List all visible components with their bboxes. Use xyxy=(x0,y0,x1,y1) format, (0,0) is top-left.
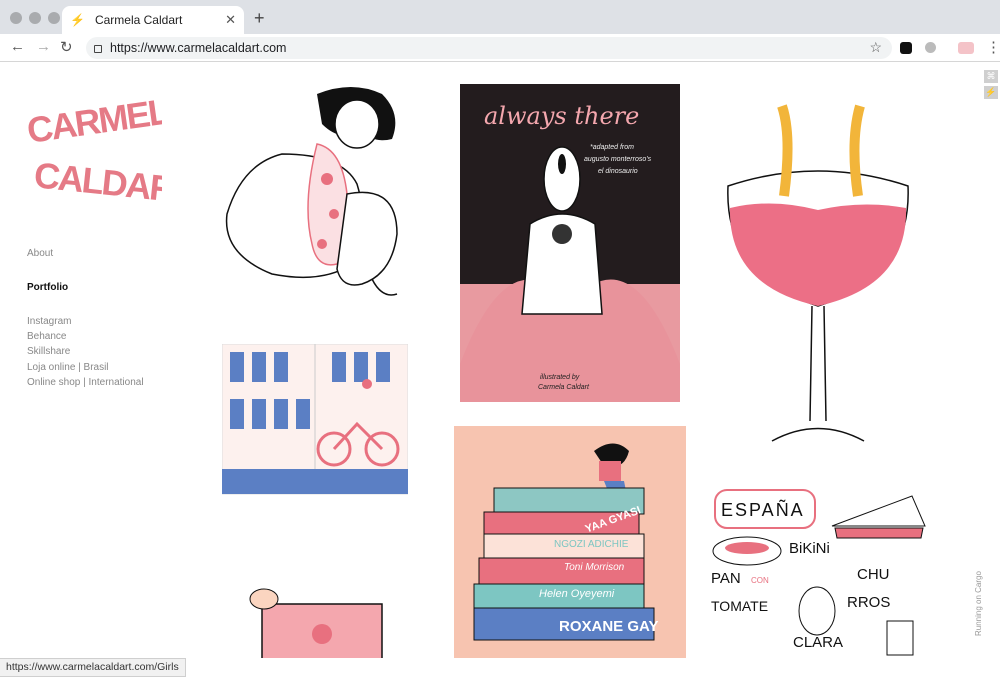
foot-line xyxy=(371,278,398,296)
espana-word-pan: PAN xyxy=(711,570,741,587)
espana-word-clara: CLARA xyxy=(793,634,844,651)
nav-skillshare[interactable]: Skillshare xyxy=(27,346,70,357)
new-tab-button[interactable]: + xyxy=(254,8,265,29)
leg-right xyxy=(849,104,865,197)
tattoo-detail xyxy=(329,209,339,219)
espana-word-tomate: TOMATE xyxy=(711,598,769,614)
book-label-4: Helen Oyeyemi xyxy=(539,588,615,600)
always-there-sub1: *adapted from xyxy=(590,144,634,151)
always-there-credit1: illustrated by xyxy=(540,374,580,381)
glass-stem xyxy=(809,305,827,422)
always-there-sub3: el dinosaurio xyxy=(598,168,638,175)
nav-loja[interactable]: Loja online | Brasil xyxy=(27,362,109,373)
ground-strip xyxy=(222,469,408,494)
windows-right xyxy=(332,352,390,382)
lime-slice xyxy=(249,588,279,610)
bookmark-star-icon[interactable]: ☆ xyxy=(869,39,882,56)
logo-line1: CARMELA xyxy=(27,95,162,151)
address-bar[interactable]: https://www.carmelacaldart.com ☆ xyxy=(86,37,892,59)
close-tab-icon[interactable]: ✕ xyxy=(225,12,236,28)
bolt-icon: ⚡ xyxy=(70,13,85,27)
cyclist-head xyxy=(362,379,372,389)
lock-icon xyxy=(94,45,102,53)
nav-portfolio[interactable]: Portfolio xyxy=(27,282,68,293)
cargo-side-controls: ⌘ ⚡ xyxy=(984,70,998,102)
maximize-window-button[interactable] xyxy=(48,12,60,24)
artwork-hugging-girl[interactable] xyxy=(222,84,400,302)
book-label-3: Toni Morrison xyxy=(564,562,625,573)
site-logo[interactable]: CARMELA CALDART xyxy=(27,95,162,215)
always-there-sub2: augusto monterroso's xyxy=(584,156,652,163)
browser-toolbar: ← → ↻ https://www.carmelacaldart.com ☆ ⋮ xyxy=(0,34,1000,62)
glass-base xyxy=(771,427,865,442)
ice-cube xyxy=(312,624,332,644)
face-shape xyxy=(334,99,380,149)
artwork-open-book[interactable] xyxy=(222,344,408,500)
always-there-graphic xyxy=(460,146,680,402)
espana-word-bikini: BiKiNi xyxy=(789,540,830,557)
knee-shape xyxy=(336,191,398,286)
sandwich xyxy=(831,495,926,527)
book-label-2: NGOZI ADICHIE xyxy=(554,539,629,550)
artwork-book-stack[interactable]: YAA GYASI NGOZI ADICHIE Toni Morrison He… xyxy=(454,426,686,658)
nav-instagram[interactable]: Instagram xyxy=(27,316,71,327)
running-on-cargo-badge[interactable]: Running on Cargo xyxy=(974,571,983,636)
wine-liquid xyxy=(729,203,907,306)
tattoo-detail xyxy=(317,239,327,249)
always-there-title: always there xyxy=(484,102,640,130)
book-label-5: ROXANE GAY xyxy=(559,618,659,635)
forward-icon[interactable]: → xyxy=(36,38,51,55)
extension-icon[interactable] xyxy=(900,42,912,54)
browser-tab[interactable]: ⚡ Carmela Caldart ✕ xyxy=(62,6,244,34)
profile-avatar[interactable] xyxy=(958,42,974,54)
espana-word-con: CON xyxy=(751,576,769,585)
sandwich-filling xyxy=(834,527,924,539)
nav-shop[interactable]: Online shop | International xyxy=(27,377,144,388)
window-controls xyxy=(10,12,60,24)
girl-shirt xyxy=(599,461,621,481)
leg-left xyxy=(777,104,793,197)
always-there-credit2: Carmela Caldart xyxy=(538,384,589,391)
artwork-wine-glass[interactable] xyxy=(722,96,914,446)
command-icon[interactable]: ⌘ xyxy=(984,70,998,83)
tomato-spread xyxy=(725,542,769,554)
tattoo-detail xyxy=(321,173,333,185)
status-bar-url: https://www.carmelacaldart.com/Girls xyxy=(0,658,186,677)
espana-word-chu: CHU xyxy=(857,566,890,583)
scribble-heart xyxy=(552,224,572,244)
bolt-icon[interactable]: ⚡ xyxy=(984,86,998,99)
minimize-window-button[interactable] xyxy=(29,12,41,24)
artwork-always-there[interactable]: always there *adapted from augusto monte… xyxy=(460,84,680,402)
logo-line2: CALDART xyxy=(32,154,162,212)
oyster-shape xyxy=(798,586,836,636)
extension-circle-icon[interactable] xyxy=(925,42,936,53)
artwork-espana[interactable]: ESPAÑA BiKiNi PAN CON TOMATE CHU RROS CL… xyxy=(707,486,929,658)
figure-eye xyxy=(558,154,566,174)
close-window-button[interactable] xyxy=(10,12,22,24)
can-shape xyxy=(886,620,914,656)
nav-about[interactable]: About xyxy=(27,248,53,259)
espana-title: ESPAÑA xyxy=(721,500,805,520)
espana-word-rros: RROS xyxy=(847,594,891,611)
tab-title: Carmela Caldart xyxy=(94,13,183,27)
artwork-cocktail[interactable] xyxy=(222,584,402,658)
reload-icon[interactable]: ↻ xyxy=(60,38,73,56)
nav-behance[interactable]: Behance xyxy=(27,331,66,342)
menu-icon[interactable]: ⋮ xyxy=(986,38,1000,56)
url-text: https://www.carmelacaldart.com xyxy=(110,41,287,55)
back-icon[interactable]: ← xyxy=(10,38,25,55)
